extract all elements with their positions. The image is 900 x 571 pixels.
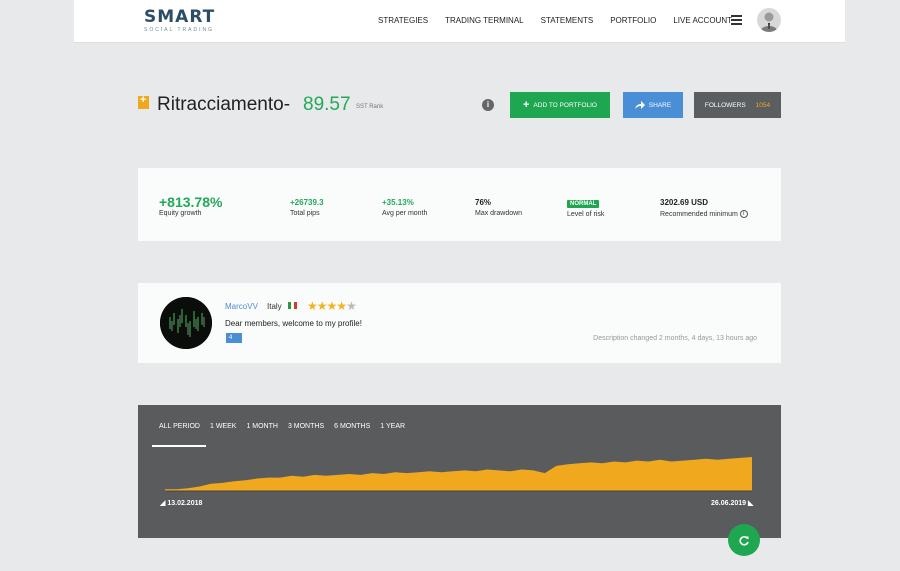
stat-recommended-minimum: 3202.69 USD Recommended minimum i [660, 198, 748, 218]
tab-1-week[interactable]: 1 WEEK [210, 423, 236, 430]
recommended-minimum-value: 3202.69 USD [660, 198, 709, 207]
start-date-text: 13.02.2018 [167, 500, 203, 507]
stat-equity-growth: +813.78% Equity growth [159, 194, 222, 217]
profile-message: Dear members, welcome to my profile! [225, 319, 362, 328]
star-icon: ★ [336, 299, 347, 313]
start-date-label[interactable]: ◢ 13.02.2018 [160, 499, 202, 507]
equity-growth-label: Equity growth [159, 210, 202, 217]
strategy-name: Ritracciamento- [157, 94, 291, 115]
top-navbar: SMART SOCIAL TRADING STRATEGIES TRADING … [74, 0, 845, 43]
menu-strategies[interactable]: STRATEGIES [378, 16, 428, 25]
menu-statements[interactable]: STATEMENTS [541, 16, 594, 25]
equity-chart-panel: ALL PERIOD 1 WEEK 1 MONTH 3 MONTHS 6 MON… [138, 405, 781, 538]
total-pips-value: +26739.3 [290, 198, 324, 207]
end-date-text: 26.06.2019 [711, 500, 747, 507]
info-icon[interactable]: i [482, 99, 494, 111]
profile-picture[interactable] [160, 297, 212, 349]
risk-label: Level of risk [567, 211, 605, 218]
hamburger-menu-icon[interactable] [731, 15, 742, 25]
tab-all-period[interactable]: ALL PERIOD [159, 423, 200, 430]
description-changed-text: Description changed 2 months, 4 days, 13… [593, 335, 757, 342]
risk-badge: NORMAL [567, 200, 600, 208]
tab-1-month[interactable]: 1 MONTH [246, 423, 278, 430]
followers-label: FOLLOWERS [704, 101, 746, 109]
followers-button[interactable]: FOLLOWERS 1054 [694, 92, 781, 118]
end-date-label[interactable]: 26.06.2019 ◣ [711, 499, 753, 507]
profile-card: MarcoVV Italy ★★★★★ Dear members, welcom… [138, 283, 781, 363]
share-label: SHARE [648, 101, 672, 109]
logo-text: SMART [144, 7, 216, 27]
italy-flag-icon [288, 302, 297, 309]
refresh-button[interactable] [728, 524, 760, 556]
logo-subtitle: SOCIAL TRADING [144, 27, 214, 33]
star-icon: ★ [346, 299, 357, 313]
period-tabs: ALL PERIOD 1 WEEK 1 MONTH 3 MONTHS 6 MON… [159, 423, 415, 430]
star-icon: ★ [316, 299, 328, 313]
country-label: Italy [267, 302, 282, 311]
stats-panel: +813.78% Equity growth +26739.3 Total pi… [138, 168, 781, 241]
tab-1-year[interactable]: 1 YEAR [380, 423, 405, 430]
recommended-minimum-label: Recommended minimum [660, 210, 738, 218]
sst-rank-label: SST Rank [356, 104, 384, 110]
stat-total-pips: +26739.3 Total pips [290, 198, 324, 217]
end-handle-icon: ◣ [748, 500, 754, 507]
menu-live-account[interactable]: LIVE ACCOUNT [673, 16, 732, 25]
share-button[interactable]: SHARE [623, 92, 683, 118]
menu-trading-terminal[interactable]: TRADING TERMINAL [445, 16, 524, 25]
sst-rank-value: 89.57 [303, 94, 351, 115]
star-icon: ★ [326, 299, 338, 313]
star-icon: ★ [307, 299, 318, 313]
bookmark-plus-icon[interactable] [138, 94, 149, 109]
active-tab-indicator [152, 445, 206, 447]
avg-month-label: Avg per month [382, 210, 428, 217]
stat-avg-month: +35.13% Avg per month [382, 198, 427, 217]
add-to-portfolio-label: ADD TO PORTFOLIO [533, 101, 597, 109]
strategy-header: Ritracciamento- 89.57 SST Rank i + ADD T… [138, 92, 781, 120]
share-arrow-icon [634, 101, 645, 109]
logo[interactable]: SMART SOCIAL TRADING [144, 7, 216, 34]
avg-month-value: +35.13% [382, 198, 414, 207]
main-menu: STRATEGIES TRADING TERMINAL STATEMENTS P… [378, 16, 749, 25]
help-icon[interactable]: i [739, 210, 748, 218]
menu-portfolio[interactable]: PORTFOLIO [610, 16, 656, 25]
refresh-icon [739, 536, 749, 546]
tab-6-months[interactable]: 6 MONTHS [334, 423, 370, 430]
equity-area-series [165, 457, 752, 491]
equity-growth-value: +813.78% [159, 194, 223, 210]
stat-max-drawdown: 76% Max drawdown [475, 198, 522, 217]
tab-3-months[interactable]: 3 MONTHS [288, 423, 324, 430]
comment-count-badge[interactable]: 4 [226, 333, 242, 343]
plus-icon: + [522, 99, 530, 111]
followers-count: 1054 [755, 101, 771, 109]
max-drawdown-value: 76% [475, 198, 492, 207]
start-handle-icon: ◢ [160, 500, 166, 507]
username-link[interactable]: MarcoVV [225, 302, 258, 311]
stat-risk: NORMAL Level of risk [567, 198, 604, 218]
total-pips-label: Total pips [290, 210, 320, 217]
user-avatar[interactable] [757, 8, 781, 32]
add-to-portfolio-button[interactable]: + ADD TO PORTFOLIO [510, 92, 610, 118]
rating-stars: ★★★★★ [307, 299, 357, 313]
max-drawdown-label: Max drawdown [475, 210, 523, 217]
